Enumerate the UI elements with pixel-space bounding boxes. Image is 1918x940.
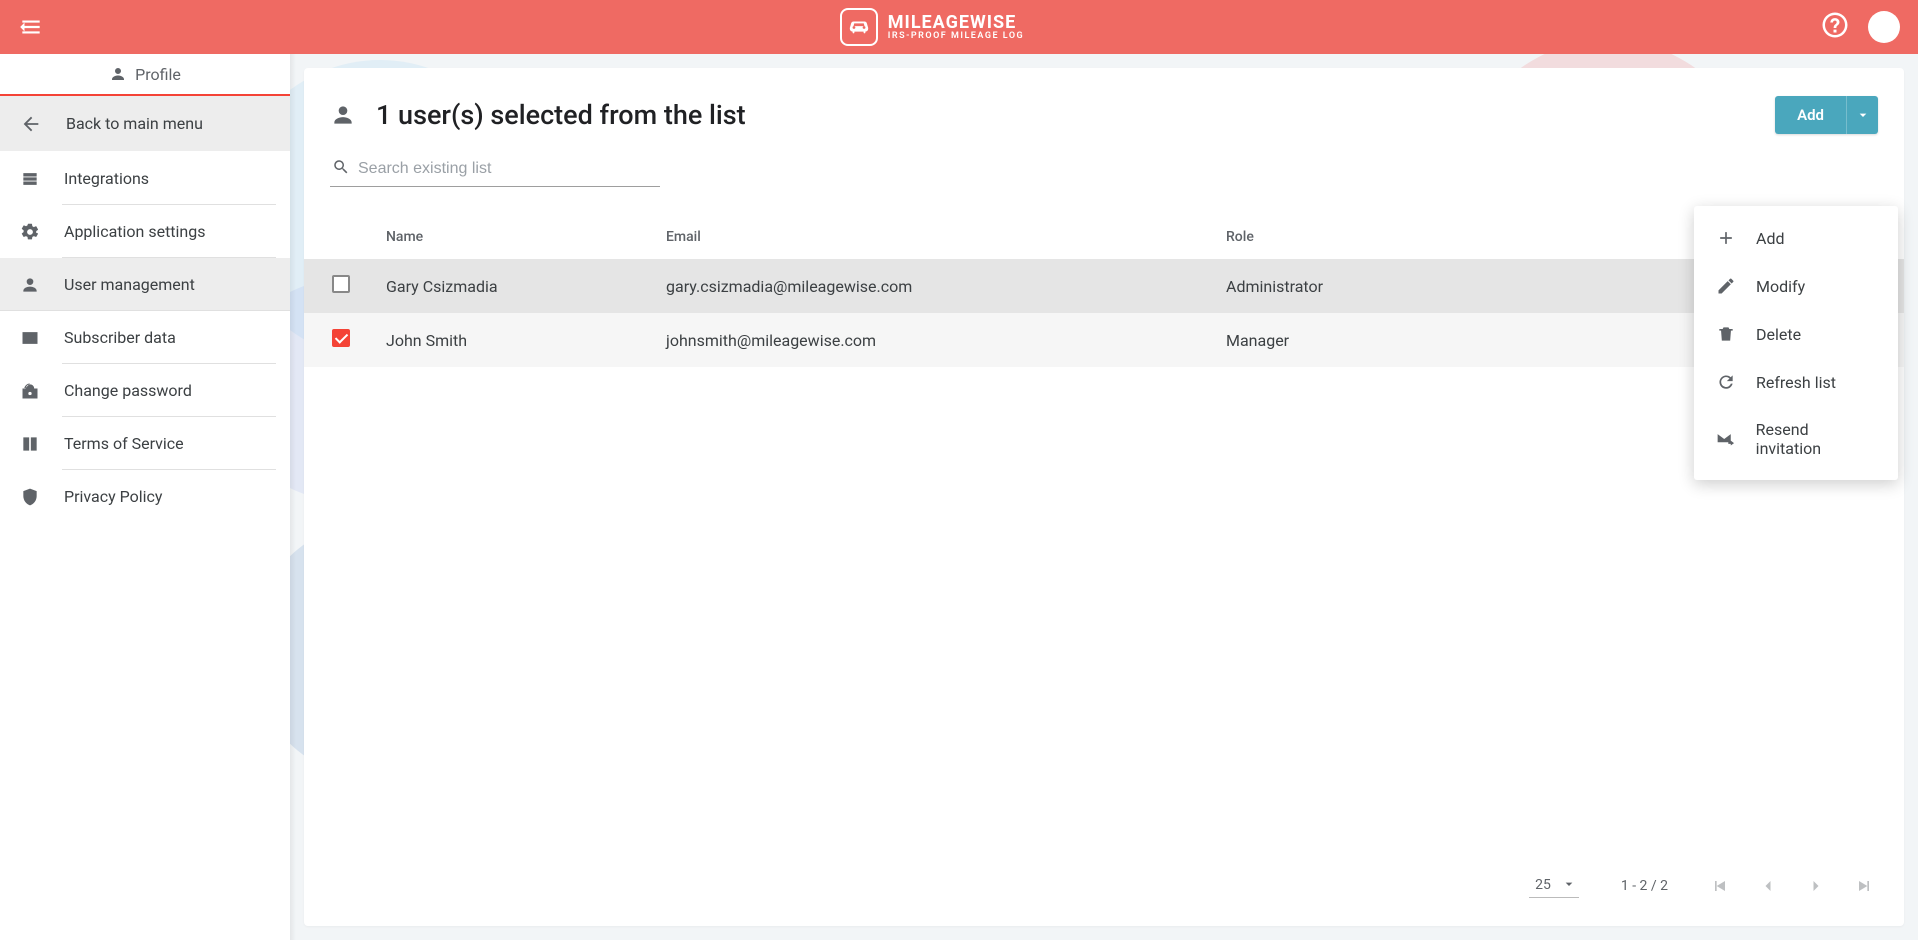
- sidebar-item-privacy[interactable]: Privacy Policy: [0, 470, 290, 523]
- first-page-button[interactable]: [1710, 876, 1730, 896]
- brand-text: MILEAGEWISE IRS-PROOF MILEAGE LOG: [888, 14, 1024, 41]
- add-button-label: Add: [1797, 106, 1824, 124]
- collapse-menu-button[interactable]: [18, 14, 44, 40]
- dropdown-item-label: Delete: [1756, 325, 1801, 344]
- mail-forward-icon: [1716, 429, 1736, 449]
- terms-icon: [20, 434, 40, 454]
- pencil-icon: [1716, 276, 1736, 296]
- add-split-button[interactable]: Add: [1775, 96, 1878, 134]
- users-table: Name Email Role Gary Csizmadia gary.csiz…: [304, 215, 1904, 367]
- settings-icon: [20, 222, 40, 242]
- cell-email: gary.csizmadia@mileagewise.com: [656, 259, 1216, 313]
- actions-dropdown: Add Modify Delete Refresh list Resend in…: [1694, 206, 1898, 480]
- sidebar-item-label: Terms of Service: [64, 434, 184, 453]
- refresh-icon: [1716, 372, 1736, 392]
- avatar-icon: [1868, 11, 1900, 43]
- search-field[interactable]: [330, 152, 660, 187]
- dropdown-item-label: Refresh list: [1756, 373, 1836, 392]
- sidebar-item-user-management[interactable]: User management: [0, 258, 290, 311]
- help-icon: [1820, 10, 1850, 40]
- add-button-caret[interactable]: [1846, 96, 1878, 134]
- sidebar: Profile Back to main menu Integrations A…: [0, 54, 290, 940]
- first-page-icon: [1710, 876, 1730, 896]
- menu-collapse-icon: [18, 14, 44, 40]
- dropdown-item-label: Add: [1756, 229, 1784, 248]
- brand-title: MILEAGEWISE: [888, 14, 1024, 32]
- password-icon: [20, 381, 40, 401]
- cell-name: John Smith: [376, 313, 656, 367]
- back-arrow-icon: [20, 113, 42, 135]
- last-page-button[interactable]: [1854, 876, 1874, 896]
- chevron-left-icon: [1758, 876, 1778, 896]
- sidebar-item-label: Application settings: [64, 222, 206, 241]
- dropdown-item-label: Resend invitation: [1756, 420, 1876, 458]
- trash-icon: [1716, 324, 1736, 344]
- sidebar-item-subscriber-data[interactable]: Subscriber data: [0, 311, 290, 364]
- row-checkbox[interactable]: [332, 329, 350, 347]
- dropdown-item-delete[interactable]: Delete: [1694, 310, 1898, 358]
- page-size-select[interactable]: 25: [1529, 873, 1579, 898]
- app-header: MILEAGEWISE IRS-PROOF MILEAGE LOG: [0, 0, 1918, 54]
- sidebar-item-integrations[interactable]: Integrations: [0, 152, 290, 205]
- sidebar-item-label: Change password: [64, 381, 192, 400]
- sidebar-item-application-settings[interactable]: Application settings: [0, 205, 290, 258]
- page-title: 1 user(s) selected from the list: [376, 99, 746, 131]
- privacy-icon: [20, 487, 40, 507]
- sidebar-item-change-password[interactable]: Change password: [0, 364, 290, 417]
- users-icon: [330, 102, 356, 128]
- sidebar-item-terms[interactable]: Terms of Service: [0, 417, 290, 470]
- page-range: 1 - 2 / 2: [1621, 878, 1668, 894]
- table-row[interactable]: John Smith johnsmith@mileagewise.com Man…: [304, 313, 1904, 367]
- integrations-icon: [20, 169, 40, 189]
- sidebar-item-label: Subscriber data: [64, 328, 176, 347]
- subscriber-icon: [20, 328, 40, 348]
- sidebar-back-label: Back to main menu: [66, 114, 203, 133]
- help-button[interactable]: [1820, 10, 1850, 44]
- account-button[interactable]: [1868, 11, 1900, 43]
- dropdown-caret-icon: [1561, 876, 1577, 892]
- column-header-email[interactable]: Email: [656, 215, 1216, 259]
- search-input[interactable]: [330, 152, 660, 187]
- dropdown-item-resend[interactable]: Resend invitation: [1694, 406, 1898, 472]
- brand-logo-icon: [840, 8, 878, 46]
- dropdown-item-modify[interactable]: Modify: [1694, 262, 1898, 310]
- prev-page-button[interactable]: [1758, 876, 1778, 896]
- main-card: 1 user(s) selected from the list Add: [304, 68, 1904, 926]
- page-size-value: 25: [1535, 877, 1551, 893]
- dropdown-item-label: Modify: [1756, 277, 1805, 296]
- sidebar-item-label: Integrations: [64, 169, 149, 188]
- chevron-down-icon: [1855, 107, 1871, 123]
- plus-icon: [1716, 228, 1736, 248]
- column-header-name[interactable]: Name: [376, 215, 656, 259]
- dropdown-item-refresh[interactable]: Refresh list: [1694, 358, 1898, 406]
- brand-area: MILEAGEWISE IRS-PROOF MILEAGE LOG: [44, 8, 1820, 46]
- profile-icon: [109, 65, 127, 83]
- table-footer: 25 1 - 2 / 2: [304, 853, 1904, 926]
- table-row[interactable]: Gary Csizmadia gary.csizmadia@mileagewis…: [304, 259, 1904, 313]
- cell-email: johnsmith@mileagewise.com: [656, 313, 1216, 367]
- sidebar-header-label: Profile: [135, 65, 181, 84]
- next-page-button[interactable]: [1806, 876, 1826, 896]
- brand-subtitle: IRS-PROOF MILEAGE LOG: [888, 32, 1024, 41]
- chevron-right-icon: [1806, 876, 1826, 896]
- sidebar-back-button[interactable]: Back to main menu: [0, 96, 290, 152]
- add-button-main[interactable]: Add: [1775, 96, 1846, 134]
- sidebar-header: Profile: [0, 54, 290, 96]
- cell-name: Gary Csizmadia: [376, 259, 656, 313]
- sidebar-item-label: User management: [64, 275, 195, 294]
- last-page-icon: [1854, 876, 1874, 896]
- user-management-icon: [20, 275, 40, 295]
- search-icon: [332, 158, 350, 176]
- row-checkbox[interactable]: [332, 275, 350, 293]
- dropdown-item-add[interactable]: Add: [1694, 214, 1898, 262]
- sidebar-item-label: Privacy Policy: [64, 487, 163, 506]
